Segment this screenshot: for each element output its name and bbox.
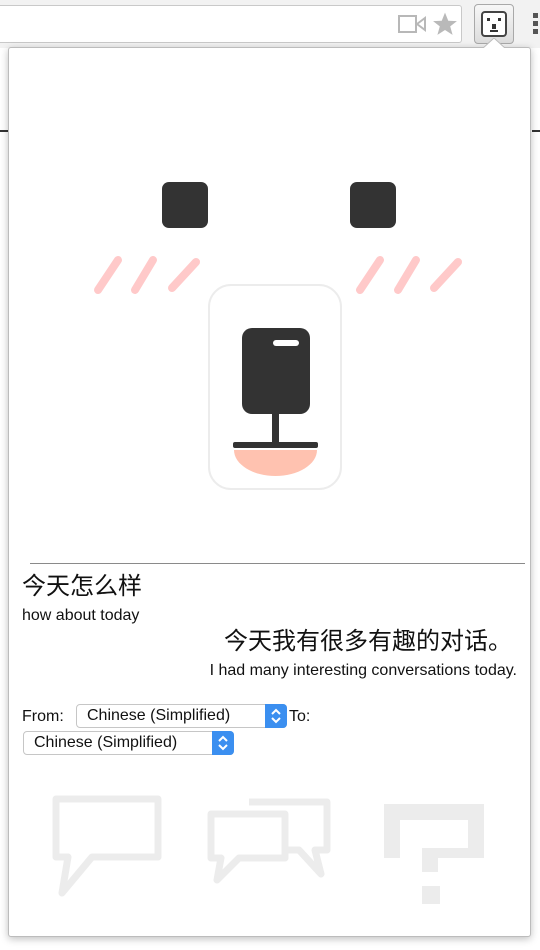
- select-chevron-icon: [265, 704, 287, 728]
- single-speech-bubble-icon[interactable]: [52, 795, 162, 903]
- right-eye: [350, 182, 396, 228]
- double-speech-bubble-icon[interactable]: [207, 798, 331, 884]
- to-label: To:: [289, 708, 311, 725]
- reply-translation: I had many interesting conversations tod…: [209, 662, 517, 679]
- star-icon[interactable]: [432, 11, 458, 37]
- source-text: 今天怎么样: [22, 573, 142, 600]
- page-background-rule: [0, 130, 8, 132]
- bear-extension-icon: [481, 11, 507, 37]
- to-language-select[interactable]: Chinese (Simplified): [23, 731, 234, 755]
- right-blush: [356, 256, 462, 294]
- question-mark-icon[interactable]: [380, 800, 488, 908]
- to-language-value: Chinese (Simplified): [34, 734, 178, 751]
- reply-text: 今天我有很多有趣的对话。: [224, 628, 512, 655]
- from-language-value: Chinese (Simplified): [87, 707, 231, 724]
- divider: [30, 563, 525, 564]
- from-label: From:: [22, 708, 64, 725]
- left-eye: [162, 182, 208, 228]
- from-language-select[interactable]: Chinese (Simplified): [76, 704, 287, 728]
- left-blush: [94, 256, 200, 294]
- address-bar[interactable]: [0, 5, 462, 43]
- select-chevron-icon: [212, 731, 234, 755]
- source-translation: how about today: [22, 607, 140, 624]
- bear-face-illustration: [94, 182, 462, 490]
- popup-notch: [482, 38, 506, 49]
- browser-toolbar: [0, 0, 540, 48]
- page-background-rule: [532, 130, 540, 132]
- kebab-menu-icon[interactable]: [530, 12, 540, 36]
- video-camera-icon[interactable]: [398, 14, 426, 34]
